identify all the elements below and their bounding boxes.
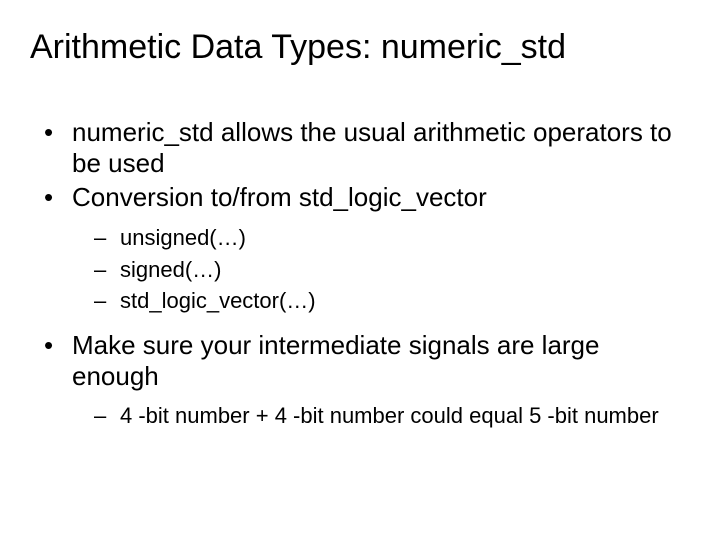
sub-bullet-item: std_logic_vector(…) [90, 286, 692, 316]
bullet-item: numeric_std allows the usual arithmetic … [38, 117, 692, 178]
bullet-text: Conversion to/from std_logic_vector [72, 182, 487, 212]
sub-bullet-text: unsigned(…) [120, 225, 246, 250]
sub-bullet-text: signed(…) [120, 257, 221, 282]
sub-bullet-item: unsigned(…) [90, 223, 692, 253]
bullet-list: numeric_std allows the usual arithmetic … [38, 117, 692, 431]
bullet-text: numeric_std allows the usual arithmetic … [72, 117, 672, 178]
sub-bullet-text: std_logic_vector(…) [120, 288, 316, 313]
bullet-item: Make sure your intermediate signals are … [38, 330, 692, 431]
sub-bullet-list: 4 -bit number + 4 -bit number could equa… [90, 401, 692, 431]
slide: Arithmetic Data Types: numeric_std numer… [0, 0, 720, 540]
bullet-item: Conversion to/from std_logic_vector unsi… [38, 182, 692, 316]
slide-title: Arithmetic Data Types: numeric_std [30, 28, 692, 67]
sub-bullet-list: unsigned(…) signed(…) std_logic_vector(…… [90, 223, 692, 316]
sub-bullet-text: 4 -bit number + 4 -bit number could equa… [120, 403, 659, 428]
sub-bullet-item: 4 -bit number + 4 -bit number could equa… [90, 401, 692, 431]
sub-bullet-item: signed(…) [90, 255, 692, 285]
bullet-text: Make sure your intermediate signals are … [72, 330, 599, 391]
